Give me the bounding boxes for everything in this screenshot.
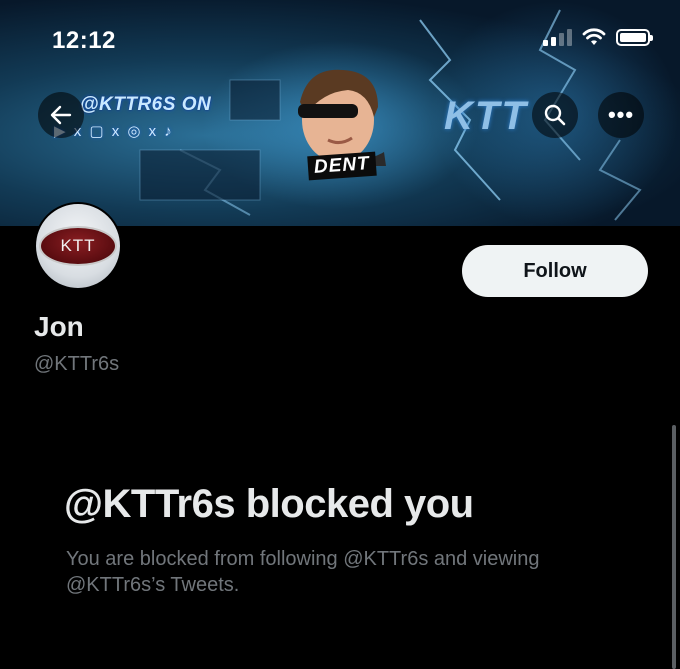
- cellular-signal-icon: [543, 28, 572, 46]
- wifi-icon: [582, 28, 606, 45]
- banner-dent-label: DENT: [307, 151, 377, 181]
- blocked-description: You are blocked from following @KTTr6s a…: [66, 548, 540, 596]
- search-icon: [544, 104, 566, 126]
- avatar[interactable]: KTT: [34, 202, 122, 290]
- battery-icon: [616, 28, 653, 46]
- avatar-badge: KTT: [39, 226, 117, 266]
- status-icons: [543, 28, 653, 46]
- profile-banner[interactable]: 12:12 @KTTR6S ON ▶ x ▢ x ◎ x ♪ DENT KTT: [0, 0, 680, 226]
- banner-logo-text: KTT: [444, 94, 528, 138]
- blocked-title: @KTTr6s blocked you: [64, 482, 474, 526]
- more-button[interactable]: •••: [598, 92, 644, 138]
- status-time: 12:12: [52, 27, 116, 54]
- banner-face-image: [298, 69, 386, 166]
- scrollbar[interactable]: [672, 425, 676, 669]
- back-button[interactable]: [38, 92, 84, 138]
- more-horizontal-icon: •••: [607, 102, 635, 127]
- arrow-left-icon: [50, 105, 72, 125]
- display-name: Jon: [34, 311, 84, 342]
- profile-handle: @KTTr6s: [34, 353, 120, 375]
- follow-button[interactable]: Follow: [462, 245, 648, 297]
- search-button[interactable]: [532, 92, 578, 138]
- banner-handle-text: @KTTR6S ON: [80, 94, 212, 115]
